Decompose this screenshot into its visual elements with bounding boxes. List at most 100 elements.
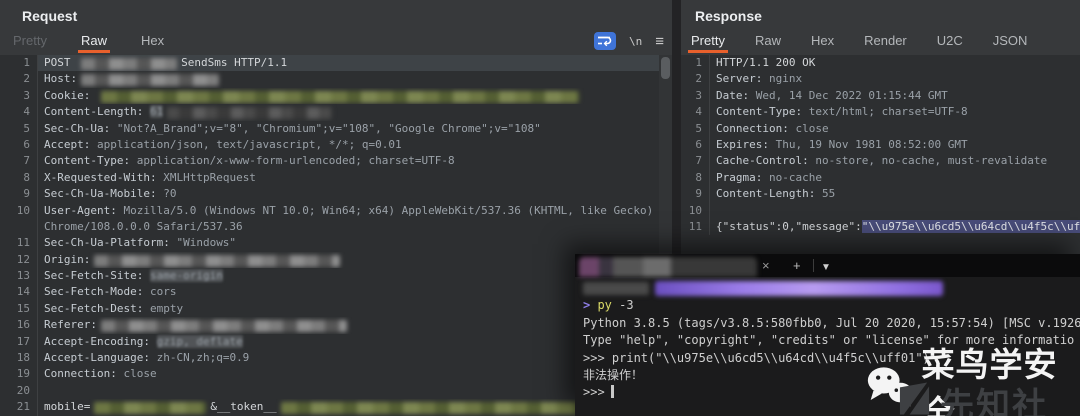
code-text: "\\u975e\\u6cd5\\u64cd\\u4f5c\\uff01" [862,220,1080,233]
editor-line: 12 Origin: [0,252,659,268]
editor-line: 9Content-Length: 55 [681,186,1080,202]
line-content: mobile= &__token__ [38,399,659,415]
tab-hex[interactable]: Hex [138,31,167,53]
line-content: Content-Type: text/html; charset=UTF-8 [710,104,1080,120]
code-text: Date: [716,89,756,102]
terminal-tab[interactable] [579,257,757,277]
line-number: 2 [0,71,38,87]
redacted-blur [101,320,347,332]
code-text: ?0 [163,187,176,200]
tab-close-icon[interactable]: × [762,257,770,274]
redacted-blur [167,107,332,119]
line-number: 4 [681,104,710,120]
tab-raw[interactable]: Raw [78,31,110,53]
line-content: Sec-Ch-Ua-Platform: "Windows" [38,235,659,251]
line-content [710,203,1080,219]
code-text: Content-Length: [716,187,822,200]
code-text: no-cache [769,171,822,184]
code-text: Sec-Ch-Ua-Mobile: [44,187,163,200]
code-text: User-Agent: [44,204,123,217]
newline-toggle-icon[interactable]: \n [629,35,642,48]
editor-line: 18Accept-Language: zh-CN,zh;q=0.9 [0,350,659,366]
code-text: Mozilla/5.0 (Windows NT 10.0; Win64; x64… [123,204,653,217]
code-text: Origin: [44,253,90,266]
editor-line: 7Cache-Control: no-store, no-cache, must… [681,153,1080,169]
line-content: Connection: close [710,121,1080,137]
code-text: Sec-Ch-Ua-Platform: [44,236,176,249]
code-text: &__token__ [210,400,276,413]
line-content: Sec-Fetch-Dest: empty [38,301,659,317]
editor-line: 1HTTP/1.1 200 OK [681,55,1080,71]
line-content: Cookie: [38,88,659,104]
code-text: gzip, deflate [157,335,243,348]
code-text: Pragma: [716,171,769,184]
line-content: Content-Length: 61 [38,104,659,120]
code-text: mobile= [44,400,90,413]
code-text: application/json, text/javascript, */*; … [97,138,402,151]
editor-line: 2Host: [0,71,659,87]
xianzhi-logo [898,381,931,416]
line-number: 20 [0,383,38,399]
editor-line: 21mobile=&__token__ [0,399,659,415]
word-wrap-icon[interactable] [594,32,616,50]
editor-line: 8X-Requested-With: XMLHttpRequest [0,170,659,186]
new-tab-icon[interactable]: + [793,257,801,274]
editor-line: 9Sec-Ch-Ua-Mobile: ?0 [0,186,659,202]
redacted-blur [655,281,943,296]
editor-line: 1POST SendSms HTTP/1.1 [0,55,659,71]
editor-line: 17Accept-Encoding: gzip, deflate [0,334,659,350]
word-wrap-glyph [597,35,612,47]
line-number: 4 [0,104,38,120]
line-content: {"status":0,"message":"\\u975e\\u6cd5\\u… [710,219,1080,235]
editor-menu-icon[interactable]: ≡ [655,33,664,50]
request-editor[interactable]: 1POST SendSms HTTP/1.12Host:3Cookie: 4Co… [0,55,659,416]
editor-line: 2Server: nginx [681,71,1080,87]
line-content: Accept-Encoding: gzip, deflate [38,334,659,350]
tab-u2c[interactable]: U2C [934,31,966,53]
titlebar-separator [813,259,814,272]
prompt-chevron-icon: > [583,298,597,312]
tab-pretty[interactable]: Pretty [688,31,728,53]
redacted-blur [101,91,579,103]
tab-hex[interactable]: Hex [808,31,837,53]
line-number: 15 [0,301,38,317]
line-content: Content-Length: 55 [710,186,1080,202]
tab-dropdown-icon[interactable]: ▼ [821,259,831,276]
line-number: 14 [0,284,38,300]
editor-line: 11{"status":0,"message":"\\u975e\\u6cd5\… [681,219,1080,235]
code-text: Sec-Fetch-Dest: [44,302,150,315]
tab-raw[interactable]: Raw [752,31,784,53]
line-content: Origin: [38,252,659,268]
line-content: Sec-Fetch-Site: same-origin [38,268,659,284]
line-content: HTTP/1.1 200 OK [710,55,1080,71]
editor-line: 5Connection: close [681,121,1080,137]
line-content: Server: nginx [710,71,1080,87]
line-content: Chrome/108.0.0.0 Safari/537.36 [38,219,659,235]
line-content: Host: [38,71,659,87]
code-text: Connection: [44,367,123,380]
tab-pretty[interactable]: Pretty [10,31,50,53]
line-content: Content-Type: application/x-www-form-url… [38,153,659,169]
line-content: X-Requested-With: XMLHttpRequest [38,170,659,186]
tab-json[interactable]: JSON [990,31,1031,53]
line-number: 3 [681,88,710,104]
request-tabbar: Pretty Raw Hex [10,31,167,53]
tab-render[interactable]: Render [861,31,910,53]
request-scrollbar-thumb[interactable] [661,57,670,79]
line-content: POST SendSms HTTP/1.1 [38,55,659,71]
code-text: HTTP/1.1 200 OK [716,56,815,69]
code-text: Content-Type: [44,154,137,167]
line-content: Accept-Language: zh-CN,zh;q=0.9 [38,350,659,366]
line-number: 5 [0,121,38,137]
response-title: Response [695,8,762,24]
terminal-cursor [611,385,614,398]
line-number: 18 [0,350,38,366]
editor-line: 8Pragma: no-cache [681,170,1080,186]
line-number: 12 [0,252,38,268]
line-number: 2 [681,71,710,87]
line-number [0,219,38,235]
editor-line: 7Content-Type: application/x-www-form-ur… [0,153,659,169]
editor-line: 6Accept: application/json, text/javascri… [0,137,659,153]
code-text: Connection: [716,122,795,135]
command-arg: -3 [612,298,634,312]
